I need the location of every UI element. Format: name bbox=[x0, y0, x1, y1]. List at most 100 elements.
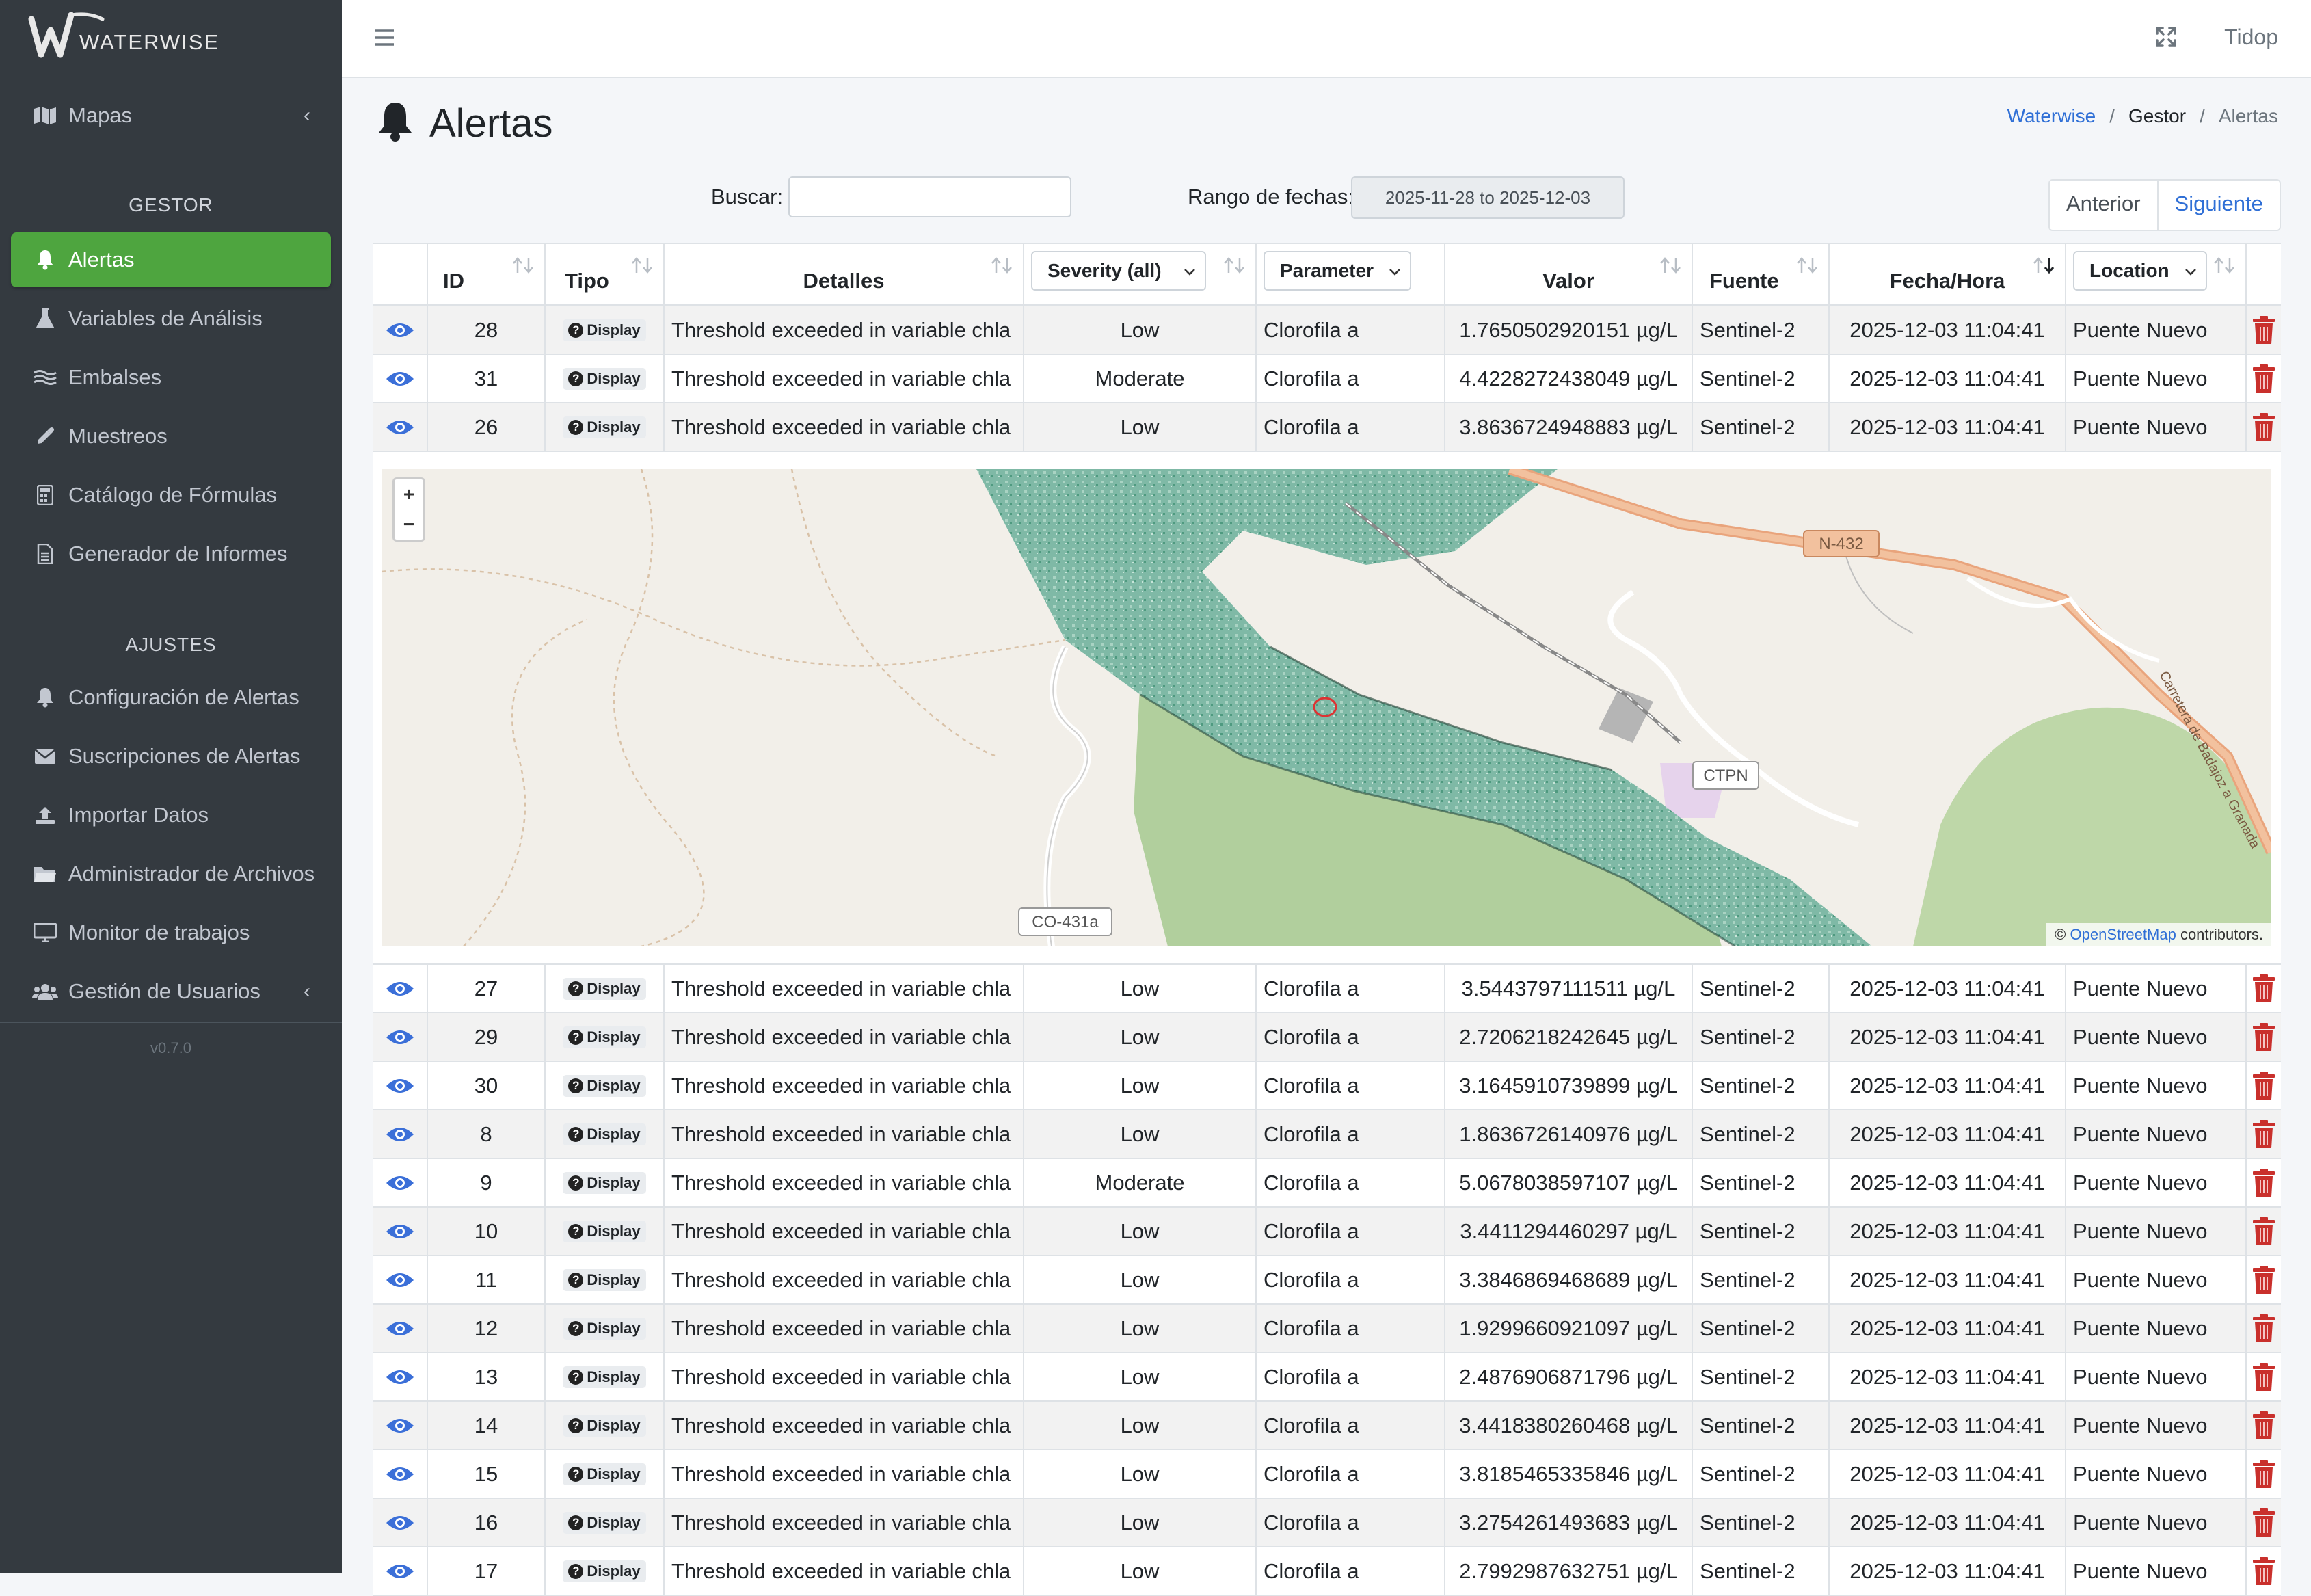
sidebar-item-label: Suscripciones de Alertas bbox=[68, 744, 301, 768]
header-detalles[interactable]: Detalles bbox=[665, 244, 1024, 304]
header-tipo[interactable]: Tipo bbox=[546, 244, 665, 304]
view-cell bbox=[373, 1159, 428, 1206]
display-badge[interactable]: ? Display bbox=[563, 1026, 646, 1048]
eye-icon[interactable] bbox=[385, 1271, 415, 1290]
eye-icon[interactable] bbox=[385, 1173, 415, 1193]
eye-icon[interactable] bbox=[385, 1368, 415, 1387]
sidebar-item-archivos[interactable]: Administrador de Archivos bbox=[11, 847, 331, 901]
cell-fecha: 2025-12-03 11:04:41 bbox=[1830, 1450, 2066, 1498]
trash-icon[interactable] bbox=[2252, 1216, 2276, 1247]
eye-icon[interactable] bbox=[385, 1319, 415, 1338]
zoom-out-button[interactable]: − bbox=[395, 509, 423, 539]
sidebar-item-variables[interactable]: Variables de Análisis bbox=[11, 291, 331, 346]
eye-icon[interactable] bbox=[385, 321, 415, 340]
sidebar-item-suscripciones[interactable]: Suscripciones de Alertas bbox=[11, 729, 331, 784]
cell-valor: 3.8185465335846 µg/L bbox=[1445, 1450, 1693, 1498]
zoom-in-button[interactable]: + bbox=[395, 479, 423, 509]
eye-icon[interactable] bbox=[385, 1125, 415, 1144]
sidebar-item-muestreos[interactable]: Muestreos bbox=[11, 409, 331, 464]
eye-icon[interactable] bbox=[385, 1562, 415, 1581]
display-badge[interactable]: ? Display bbox=[563, 1074, 646, 1097]
sidebar-item-usuarios[interactable]: Gestión de Usuarios ‹ bbox=[11, 964, 331, 1019]
display-badge[interactable]: ? Display bbox=[563, 367, 646, 390]
display-badge[interactable]: ? Display bbox=[563, 319, 646, 341]
sidebar: WATERWISE Mapas ‹ GESTOR Alertas Variabl… bbox=[0, 0, 342, 1573]
display-badge[interactable]: ? Display bbox=[563, 416, 646, 438]
sidebar-item-monitor[interactable]: Monitor de trabajos bbox=[11, 905, 331, 960]
trash-icon[interactable] bbox=[2252, 1168, 2276, 1198]
display-badge[interactable]: ? Display bbox=[563, 1268, 646, 1291]
user-menu[interactable]: Tidop bbox=[2224, 25, 2278, 50]
openstreetmap-link[interactable]: OpenStreetMap bbox=[2070, 926, 2176, 943]
trash-icon[interactable] bbox=[2252, 1314, 2276, 1344]
date-range-input[interactable]: 2025-11-28 to 2025-12-03 bbox=[1351, 176, 1625, 219]
eye-icon[interactable] bbox=[385, 1076, 415, 1095]
display-badge[interactable]: ? Display bbox=[563, 1171, 646, 1194]
cell-fecha: 2025-12-03 11:04:41 bbox=[1830, 1499, 2066, 1546]
header-valor[interactable]: Valor bbox=[1445, 244, 1693, 304]
sidebar-item-label: Mapas bbox=[68, 103, 133, 127]
trash-icon[interactable] bbox=[2252, 364, 2276, 394]
brand[interactable]: WATERWISE bbox=[0, 0, 342, 77]
sidebar-item-informes[interactable]: Generador de Informes bbox=[11, 527, 331, 581]
trash-icon[interactable] bbox=[2252, 412, 2276, 442]
previous-page-button[interactable]: Anterior bbox=[2050, 181, 2159, 230]
trash-icon[interactable] bbox=[2252, 1022, 2276, 1052]
sidebar-item-importar[interactable]: Importar Datos bbox=[11, 788, 331, 842]
display-badge[interactable]: ? Display bbox=[563, 1414, 646, 1437]
breadcrumb-link-waterwise[interactable]: Waterwise bbox=[2007, 105, 2096, 127]
display-badge[interactable]: ? Display bbox=[563, 1123, 646, 1145]
sidebar-item-mapas[interactable]: Mapas ‹ bbox=[11, 88, 331, 143]
eye-icon[interactable] bbox=[385, 1465, 415, 1484]
trash-icon[interactable] bbox=[2252, 974, 2276, 1004]
location-filter-select[interactable]: Location bbox=[2073, 251, 2207, 291]
trash-icon[interactable] bbox=[2252, 315, 2276, 345]
sidebar-item-alertas[interactable]: Alertas bbox=[11, 232, 331, 287]
eye-icon[interactable] bbox=[385, 369, 415, 388]
next-page-button[interactable]: Siguiente bbox=[2159, 181, 2280, 230]
cell-severity: Low bbox=[1024, 1208, 1257, 1255]
sidebar-item-formulas[interactable]: Catálogo de Fórmulas bbox=[11, 468, 331, 522]
sort-desc-icon bbox=[2033, 257, 2055, 274]
display-badge[interactable]: ? Display bbox=[563, 1560, 646, 1582]
trash-icon[interactable] bbox=[2252, 1362, 2276, 1392]
tipo-cell: ? Display bbox=[546, 403, 665, 451]
cell-severity: Low bbox=[1024, 306, 1257, 354]
display-badge[interactable]: ? Display bbox=[563, 1220, 646, 1242]
trash-icon[interactable] bbox=[2252, 1071, 2276, 1101]
trash-icon[interactable] bbox=[2252, 1119, 2276, 1149]
trash-icon[interactable] bbox=[2252, 1508, 2276, 1538]
display-badge[interactable]: ? Display bbox=[563, 1511, 646, 1534]
header-fecha[interactable]: Fecha/Hora bbox=[1830, 244, 2066, 304]
display-badge[interactable]: ? Display bbox=[563, 977, 646, 1000]
sidebar-item-config-alertas[interactable]: Configuración de Alertas bbox=[11, 670, 331, 725]
eye-icon[interactable] bbox=[385, 1222, 415, 1241]
cell-id: 28 bbox=[428, 306, 546, 354]
trash-icon[interactable] bbox=[2252, 1459, 2276, 1489]
eye-icon[interactable] bbox=[385, 1416, 415, 1435]
eye-icon[interactable] bbox=[385, 1513, 415, 1532]
search-input[interactable] bbox=[788, 176, 1071, 217]
eye-icon[interactable] bbox=[385, 1028, 415, 1047]
calculator-icon bbox=[31, 483, 59, 507]
hamburger-menu-icon[interactable] bbox=[373, 23, 395, 55]
eye-icon[interactable] bbox=[385, 418, 415, 437]
cell-fuente: Sentinel-2 bbox=[1693, 1110, 1830, 1158]
header-fuente[interactable]: Fuente bbox=[1693, 244, 1830, 304]
trash-icon[interactable] bbox=[2252, 1265, 2276, 1295]
eye-icon[interactable] bbox=[385, 979, 415, 998]
display-badge[interactable]: ? Display bbox=[563, 1317, 646, 1340]
severity-filter-select[interactable]: Severity (all) bbox=[1031, 251, 1206, 291]
alert-map[interactable]: N-432 CO-431a CTPN Carretera de Badajoz … bbox=[382, 469, 2271, 946]
parameter-filter-select[interactable]: Parameter bbox=[1264, 251, 1411, 291]
cell-valor: 3.1645910739899 µg/L bbox=[1445, 1062, 1693, 1109]
display-badge[interactable]: ? Display bbox=[563, 1463, 646, 1485]
sidebar-item-embalses[interactable]: Embalses bbox=[11, 350, 331, 405]
trash-icon[interactable] bbox=[2252, 1411, 2276, 1441]
display-badge[interactable]: ? Display bbox=[563, 1366, 646, 1388]
fullscreen-expand-icon[interactable] bbox=[2155, 26, 2177, 51]
cell-detalles: Threshold exceeded in variable chla bbox=[665, 1159, 1024, 1206]
page-header: Alertas bbox=[377, 96, 553, 150]
trash-icon[interactable] bbox=[2252, 1556, 2276, 1586]
header-id[interactable]: ID bbox=[428, 244, 546, 304]
